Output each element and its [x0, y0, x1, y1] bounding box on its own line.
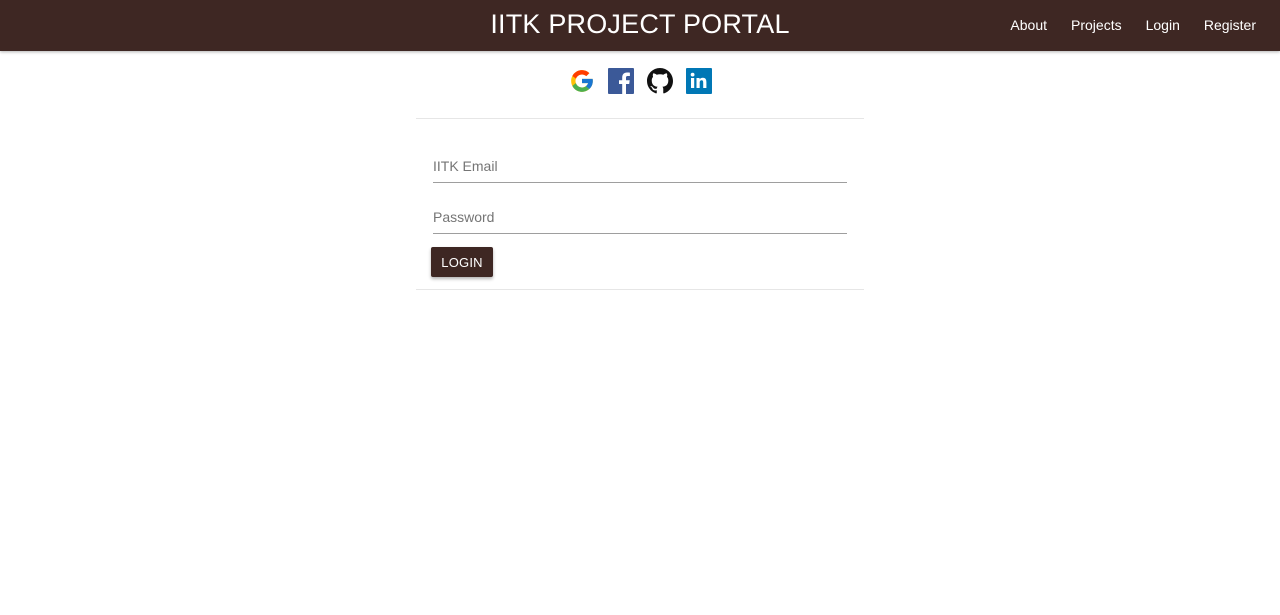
- nav-link-about[interactable]: About: [998, 0, 1059, 51]
- email-field[interactable]: [433, 149, 847, 183]
- facebook-icon[interactable]: [607, 68, 634, 94]
- linkedin-icon[interactable]: [685, 68, 712, 94]
- nav-link-login[interactable]: Login: [1134, 0, 1192, 51]
- github-icon[interactable]: [646, 68, 673, 94]
- nav-links: About Projects Login Register: [998, 0, 1268, 51]
- navbar: IITK PROJECT PORTAL About Projects Login…: [0, 0, 1280, 51]
- divider-top: [416, 118, 864, 119]
- nav-link-register[interactable]: Register: [1192, 0, 1268, 51]
- login-button[interactable]: LOGIN: [431, 247, 493, 277]
- divider-bottom: [416, 289, 864, 290]
- social-login-row: [0, 68, 1280, 94]
- google-icon[interactable]: [569, 68, 595, 94]
- nav-link-projects[interactable]: Projects: [1059, 0, 1134, 51]
- password-field[interactable]: [433, 200, 847, 234]
